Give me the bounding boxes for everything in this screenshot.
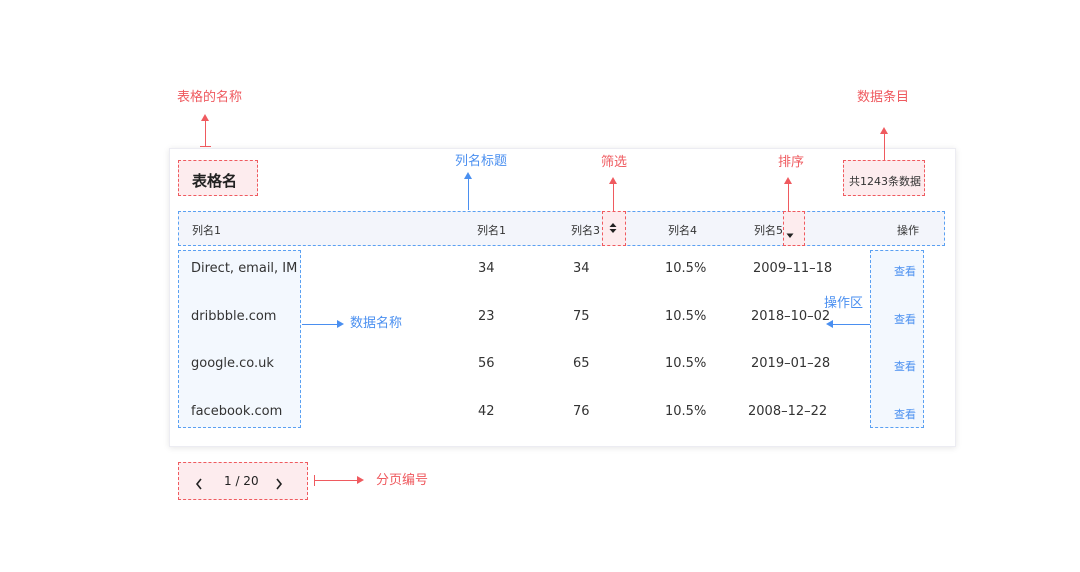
annotation-data-count: 数据条目 [857,90,910,105]
chevron-left-icon[interactable] [195,475,203,490]
row-date: 2019–01–28 [751,356,831,371]
annotation-connector [613,183,614,211]
annotation-connector [884,133,885,160]
row-date: 2009–11–18 [753,261,833,276]
annotation-sort: 排序 [778,155,805,170]
view-link[interactable]: 查看 [894,358,916,374]
row-name: Direct, email, IM [191,261,298,276]
row-value-1: 34 [478,261,495,276]
row-date: 2008–12–22 [748,404,828,419]
row-date: 2018–10–02 [751,309,831,324]
filter-icon[interactable] [609,220,617,234]
view-link[interactable]: 查看 [894,311,916,327]
table-title: 表格名 [192,172,238,190]
row-value-1: 56 [478,356,495,371]
row-name: google.co.uk [191,356,274,371]
annotation-table-name: 表格的名称 [177,90,243,105]
row-name: dribbble.com [191,309,277,324]
column-header-1: 列名1 [192,224,221,237]
annotation-connector-cap [200,146,211,147]
annotation-data-name: 数据名称 [350,316,403,331]
annotation-operation-area: 操作区 [824,296,864,311]
view-link[interactable]: 查看 [894,406,916,422]
row-value-2: 76 [573,404,590,419]
chevron-right-icon[interactable] [275,475,283,490]
annotation-pagination: 分页编号 [376,473,429,488]
row-value-2: 34 [573,261,590,276]
data-count: 共1243条数据 [849,175,921,188]
annotation-connector [314,480,358,481]
data-name-highlight [178,250,301,428]
column-header-action: 操作 [897,224,919,237]
annotation-filter: 筛选 [601,155,628,170]
view-link[interactable]: 查看 [894,263,916,279]
row-value-3: 10.5% [665,309,707,324]
annotation-connector [302,324,338,325]
row-value-3: 10.5% [665,356,707,371]
annotation-connector [205,120,206,146]
column-header-4: 列名4 [668,224,697,237]
row-value-2: 75 [573,309,590,324]
row-value-3: 10.5% [665,261,707,276]
arrow-right-icon [357,476,364,484]
row-value-1: 23 [478,309,495,324]
row-value-2: 65 [573,356,590,371]
annotation-connector [788,183,789,211]
annotation-column-title: 列名标题 [455,154,508,169]
row-name: facebook.com [191,404,283,419]
row-value-3: 10.5% [665,404,707,419]
sort-icon[interactable] [786,224,794,238]
column-title-highlight [178,211,945,246]
column-header-5: 列名5 [754,224,783,237]
page-number: 1 / 20 [224,474,259,488]
annotation-connector [832,324,870,325]
annotation-connector [468,178,469,210]
column-header-2: 列名1 [477,224,506,237]
arrow-right-icon [337,320,344,328]
column-header-3: 列名3 [571,224,600,237]
row-value-1: 42 [478,404,495,419]
